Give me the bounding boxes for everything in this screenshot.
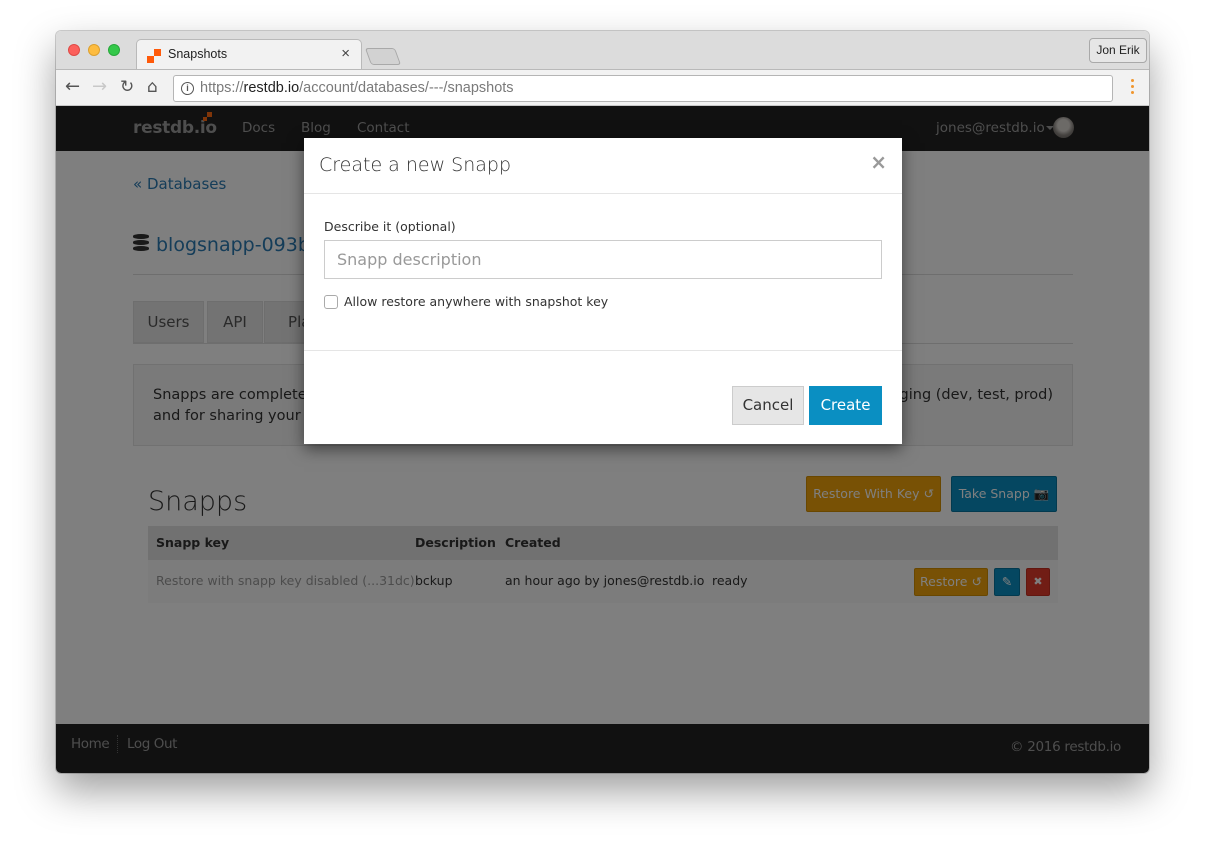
allow-restore-label[interactable]: Allow restore anywhere with snapshot key [344,294,608,309]
url-scheme: https:// [200,80,244,96]
address-bar[interactable]: i https://restdb.io/account/databases/--… [173,75,1113,102]
tab-title: Snapshots [168,47,228,61]
create-snapp-modal: Create a new Snapp × Describe it (option… [304,138,902,444]
site-info-icon[interactable]: i [181,82,194,95]
back-arrow-icon[interactable]: ← [65,77,80,97]
browser-menu-icon[interactable] [1131,79,1135,97]
page-content: restdb.io Docs Blog Contact jones@restdb… [56,106,1149,773]
url-path: /account/databases/---/snapshots [299,80,514,96]
modal-footer-divider [304,350,902,351]
url-text[interactable]: https://restdb.io/account/databases/---/… [200,80,514,96]
zoom-window-button[interactable] [108,44,120,56]
new-tab-button[interactable] [364,48,402,65]
close-tab-icon[interactable]: × [341,45,350,62]
allow-restore-checkbox[interactable] [324,295,338,309]
description-label: Describe it (optional) [324,219,456,234]
restdb-favicon-icon [146,48,162,64]
minimize-window-button[interactable] [88,44,100,56]
close-window-button[interactable] [68,44,80,56]
modal-title: Create a new Snapp [319,154,512,176]
tab-strip: Snapshots × Jon Erik [56,31,1149,70]
browser-toolbar: ← → ↻ ⌂ i https://restdb.io/account/data… [56,69,1149,106]
cancel-button[interactable]: Cancel [732,386,804,425]
profile-button[interactable]: Jon Erik [1089,38,1147,63]
create-button[interactable]: Create [809,386,882,425]
forward-arrow-icon[interactable]: → [92,77,107,97]
home-icon[interactable]: ⌂ [147,77,158,97]
snapp-description-input[interactable] [324,240,882,279]
browser-window: Snapshots × Jon Erik ← → ↻ ⌂ i https://r… [56,31,1149,773]
modal-header: Create a new Snapp × [304,138,902,194]
reload-icon[interactable]: ↻ [120,77,134,97]
close-icon[interactable]: × [870,150,887,174]
browser-tab-snapshots[interactable]: Snapshots × [136,39,362,70]
url-domain: restdb.io [243,80,300,96]
